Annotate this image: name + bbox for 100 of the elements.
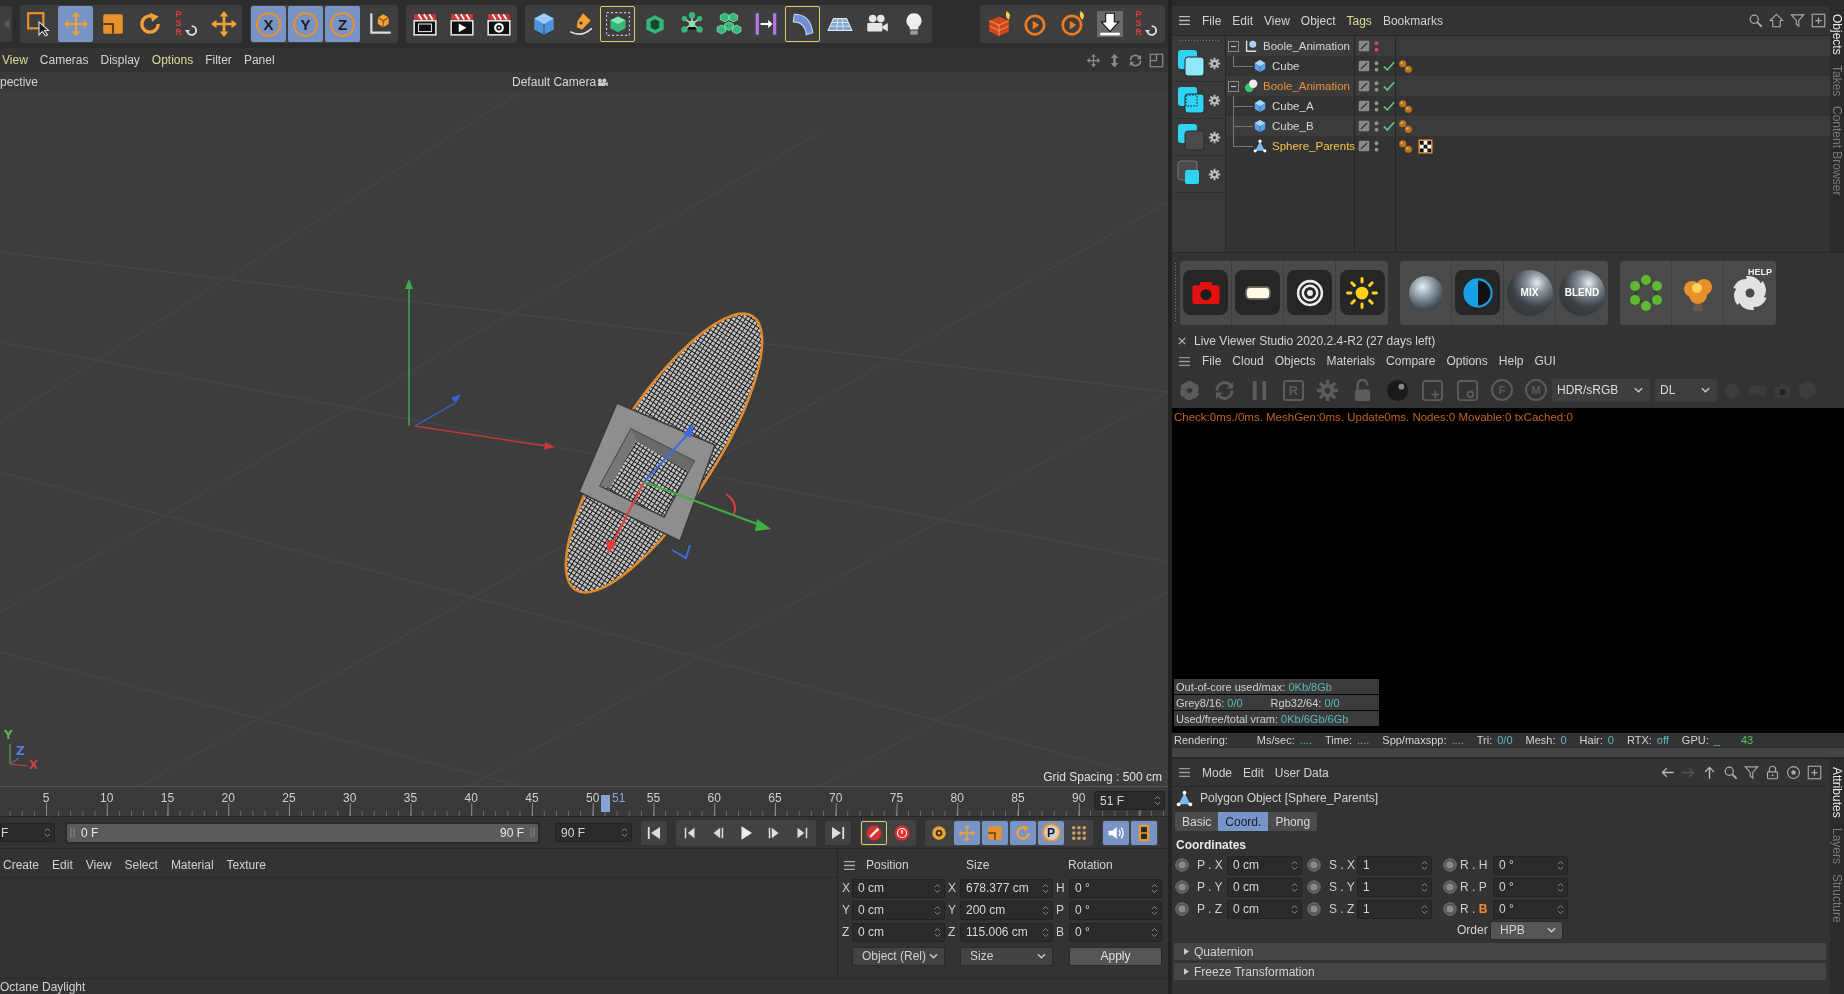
film-preview-button[interactable] <box>1131 820 1157 845</box>
menu-item[interactable]: Material <box>170 858 214 872</box>
visibility-dots-icon[interactable] <box>1374 119 1379 133</box>
menu-item[interactable]: User Data <box>1274 765 1329 780</box>
menu-item[interactable]: View <box>1264 13 1290 28</box>
menu-item[interactable]: Cameras <box>39 53 89 67</box>
menu-item[interactable]: Mode <box>1202 765 1233 780</box>
stacked-squares-icon[interactable] <box>1176 86 1205 114</box>
visibility-dots-icon[interactable] <box>1374 59 1379 73</box>
number-field[interactable]: 1 <box>1357 899 1432 919</box>
visibility-dots-icon[interactable] <box>1374 39 1379 53</box>
search-icon[interactable] <box>1723 765 1738 780</box>
menu-item[interactable]: Materials <box>1326 354 1376 368</box>
axis-lock-button[interactable]: Y <box>288 6 323 42</box>
menu-item[interactable]: Objects <box>1274 354 1316 368</box>
sound-button[interactable] <box>1103 820 1129 845</box>
layer-square-icon[interactable] <box>1358 80 1370 92</box>
number-field[interactable]: 1 <box>1357 855 1432 875</box>
search-icon[interactable] <box>1748 13 1763 28</box>
octane-camera-button[interactable] <box>1180 260 1232 325</box>
twin-balls-icon[interactable] <box>1398 98 1413 114</box>
gear-icon[interactable] <box>1207 130 1221 144</box>
menu-icon[interactable] <box>1178 354 1191 368</box>
menu-item[interactable]: Edit <box>52 858 73 872</box>
menu-item[interactable]: Options <box>151 53 194 67</box>
help-button[interactable]: HELP <box>1724 260 1776 325</box>
timeline-ruler[interactable]: 5 10 15 20 25 30 35 40 45 50 51 55 60 65 70 75 80 85 90 51 F <box>0 786 1168 816</box>
menu-item[interactable]: Compare <box>1386 354 1436 368</box>
check-icon[interactable] <box>1383 100 1395 112</box>
menu-item[interactable]: Display <box>100 53 140 67</box>
grip-icon[interactable] <box>530 827 535 838</box>
keyframe-toggle-icon[interactable] <box>1443 902 1457 916</box>
gear-icon[interactable] <box>1207 167 1221 181</box>
visibility-dots-icon[interactable] <box>1374 99 1379 113</box>
new-panel-icon[interactable] <box>1807 765 1822 780</box>
check-icon[interactable] <box>1383 80 1395 92</box>
number-field[interactable]: 0 ° <box>1493 899 1568 919</box>
render-view[interactable]: Check:0ms./0ms. MeshGen:0ms. Update0ms. Nodes:0 Movable:0 txCached:0 Out-of-core used/max: 0Kb/8Gb Grey8/16: 0/0 Rgb32/64: 0/0 Used/free/total vram: 0Kb/6Gb/6Gb <box>1172 408 1844 733</box>
record-position-button[interactable] <box>954 820 980 845</box>
keyframe-toggle-icon[interactable] <box>1175 858 1189 872</box>
menu-item[interactable]: Texture <box>226 858 266 872</box>
number-field[interactable]: 1 <box>1357 877 1432 897</box>
record-parameter-button[interactable]: P <box>1038 820 1064 845</box>
axis-lock-button[interactable]: Z <box>325 6 360 42</box>
tab[interactable]: Phong <box>1268 812 1318 831</box>
menu-item[interactable]: View <box>2 53 28 67</box>
menu-item[interactable]: Cloud <box>1232 354 1264 368</box>
menu-icon[interactable] <box>843 858 856 872</box>
menu-item[interactable]: File <box>1202 13 1222 28</box>
filter-icon[interactable] <box>1790 13 1805 28</box>
close-icon[interactable] <box>1178 337 1186 345</box>
check-icon[interactable] <box>1383 60 1395 72</box>
keyframe-toggle-icon[interactable] <box>1307 858 1321 872</box>
number-field[interactable]: 0 cm <box>1227 899 1302 919</box>
layer-square-icon[interactable] <box>1358 120 1370 132</box>
menu-icon[interactable] <box>1178 766 1191 779</box>
object-name[interactable]: Boole_Animation <box>1263 80 1350 92</box>
record-rotation-button[interactable] <box>1010 820 1036 845</box>
menu-item[interactable]: Panel <box>243 53 275 67</box>
maximize-icon[interactable] <box>1149 52 1164 68</box>
stacked-squares-icon[interactable] <box>1176 123 1205 151</box>
layer-square-icon[interactable] <box>1358 100 1370 112</box>
number-field[interactable]: 0 cm <box>852 878 945 898</box>
bend-deformer-button[interactable] <box>785 6 820 42</box>
twin-balls-icon[interactable] <box>1398 118 1413 134</box>
start-frame-field[interactable]: F <box>0 823 55 842</box>
object-name[interactable]: Sphere_Parents <box>1272 140 1356 152</box>
up-arrow-icon[interactable] <box>1702 765 1717 780</box>
gear-icon[interactable] <box>1207 93 1221 107</box>
target-light-button[interactable] <box>1284 260 1336 325</box>
collapse-icon[interactable] <box>1228 40 1239 52</box>
grip-icon[interactable] <box>70 827 75 838</box>
menu-item[interactable]: Edit <box>1243 765 1264 780</box>
menu-icon[interactable] <box>1178 14 1191 27</box>
number-field[interactable]: 0 ° <box>1493 855 1568 875</box>
keyframe-toggle-icon[interactable] <box>1443 880 1457 894</box>
camera-name[interactable]: Default Camera <box>512 75 597 89</box>
object-name[interactable]: Cube <box>1272 60 1300 72</box>
home-icon[interactable] <box>1769 13 1784 28</box>
menu-item[interactable]: Edit <box>1232 13 1254 28</box>
number-field[interactable]: 200 cm <box>960 900 1053 920</box>
menu-item[interactable]: Options <box>1446 354 1488 368</box>
pan-icon[interactable] <box>1086 52 1101 68</box>
layer-square-icon[interactable] <box>1358 60 1370 72</box>
go-to-start-button[interactable] <box>641 820 667 845</box>
check-icon[interactable] <box>1383 120 1395 132</box>
coordinate-mode-dropdown[interactable]: Object (Rel) <box>852 946 945 966</box>
tab[interactable]: Basic <box>1175 812 1219 831</box>
dropdown[interactable]: HDR/sRGB <box>1552 378 1650 402</box>
viewport[interactable]: Y Z X Grid Spacing : 500 cm <box>0 92 1168 786</box>
menu-item[interactable]: Tags <box>1346 13 1372 28</box>
tab[interactable]: Coord. <box>1218 812 1269 831</box>
menu-item[interactable]: Create <box>3 858 40 872</box>
target-icon[interactable] <box>1786 765 1801 780</box>
number-field[interactable]: 0 cm <box>852 900 945 920</box>
collapse-icon[interactable] <box>1228 80 1239 92</box>
grip-icon[interactable] <box>1178 39 1219 42</box>
object-name[interactable]: Cube_B <box>1272 120 1314 132</box>
layer-square-icon[interactable] <box>1358 140 1370 152</box>
menu-item[interactable]: GUI <box>1534 354 1556 368</box>
